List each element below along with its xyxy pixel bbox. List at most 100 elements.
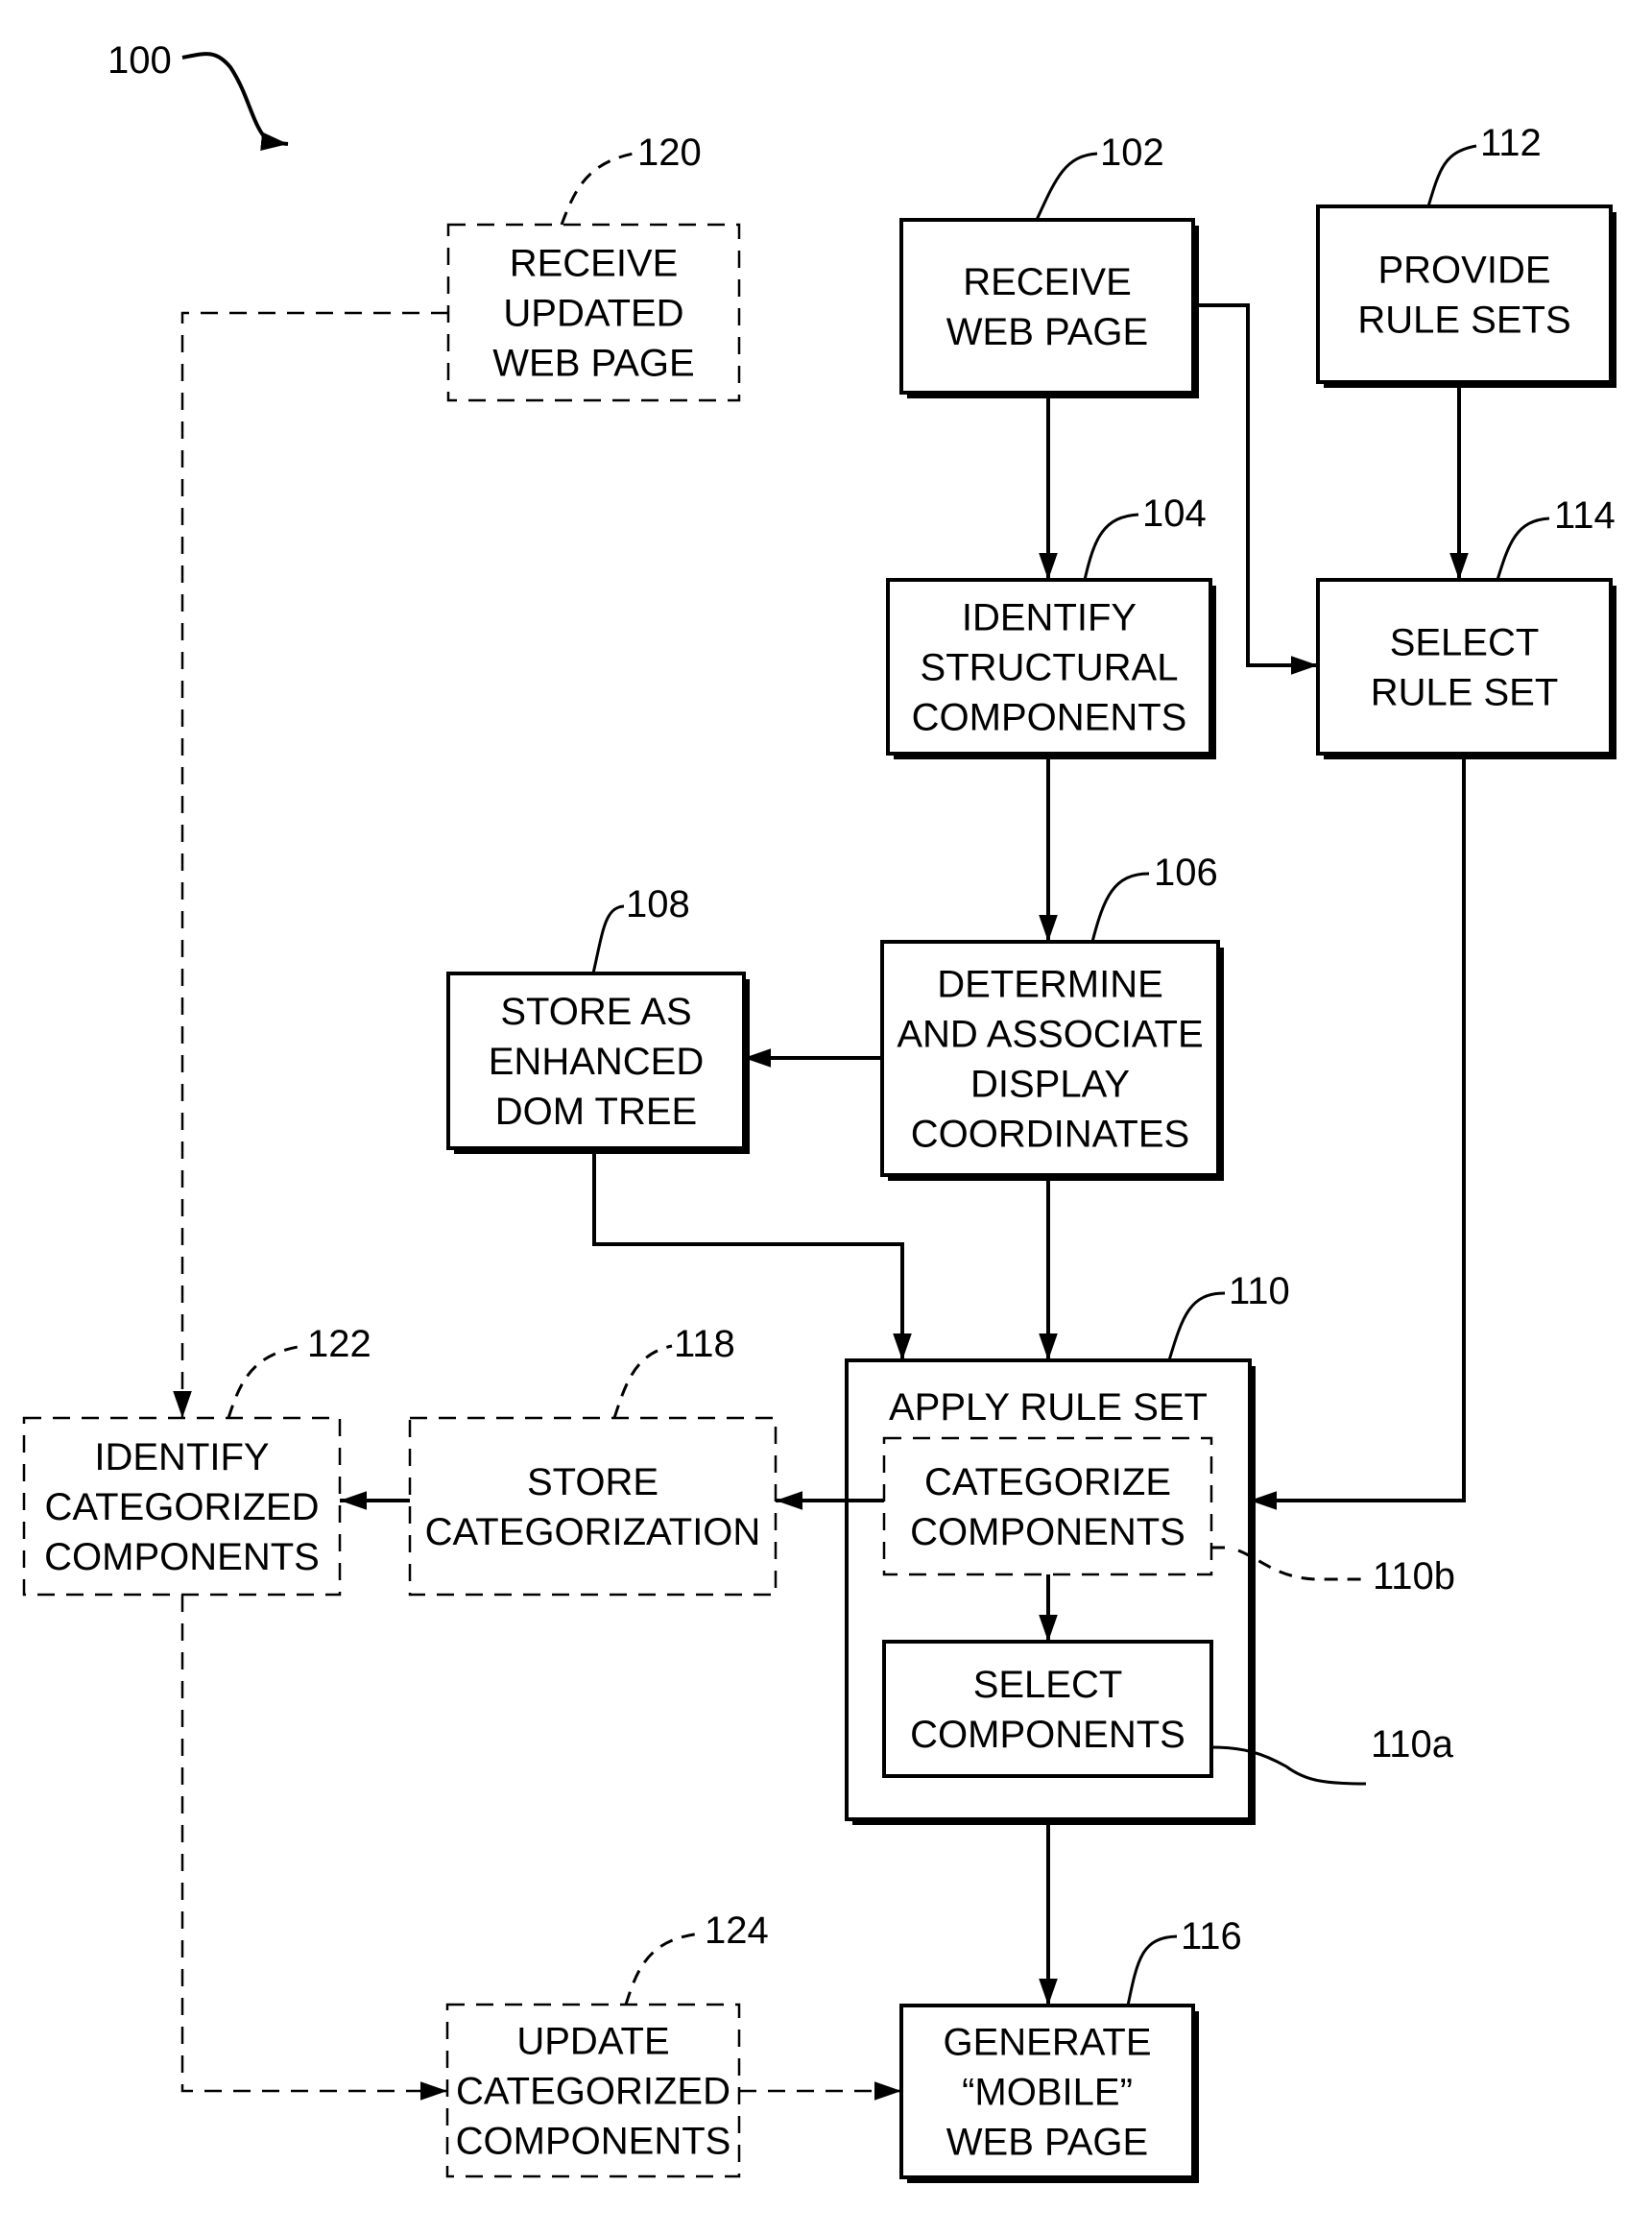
reference-label-122: 122 <box>227 1323 371 1419</box>
edge-120-to-122 <box>173 311 448 1418</box>
leader-line <box>624 1932 702 2006</box>
reference-label-112: 112 <box>1426 122 1542 207</box>
box-outline <box>1316 578 1613 756</box>
step-box-104: IDENTIFY STRUCTURAL COMPONENTS <box>886 578 1216 759</box>
leader-line <box>560 152 634 226</box>
step-box-110b: CATEGORIZE COMPONENTS <box>882 1436 1213 1576</box>
reference-number: 112 <box>1480 122 1542 164</box>
step-box-124: UPDATE CATEGORIZED COMPONENTS <box>445 2003 741 2178</box>
leader-line <box>1083 513 1139 581</box>
step-text-line: STORE AS <box>500 991 691 1033</box>
step-text-line: AND ASSOCIATE <box>897 1014 1203 1056</box>
reference-label-110: 110 <box>1167 1270 1290 1361</box>
edge-114-to-110 <box>1250 754 1466 1510</box>
step-box-122: IDENTIFY CATEGORIZED COMPONENTS <box>22 1416 342 1597</box>
reference-number: 110a <box>1371 1723 1454 1766</box>
leader-line <box>227 1344 304 1419</box>
reference-number: 110 <box>1229 1270 1290 1312</box>
step-text-line: STRUCTURAL <box>921 647 1179 689</box>
step-text-line: COMPONENTS <box>910 1511 1185 1553</box>
reference-label-120: 120 <box>560 132 702 226</box>
step-text-line: IDENTIFY <box>962 597 1137 639</box>
edge-108-to-110 <box>592 1148 912 1360</box>
leader-line <box>1090 872 1150 943</box>
box-outline <box>882 1436 1213 1576</box>
leader-line <box>1167 1291 1226 1361</box>
reference-number: 108 <box>626 883 690 925</box>
step-box-106: DETERMINE AND ASSOCIATE DISPLAY COORDINATES <box>880 940 1224 1181</box>
step-text-line: STORE <box>527 1461 658 1503</box>
step-text-line: DISPLAY <box>970 1064 1130 1106</box>
leader-line <box>612 1344 673 1419</box>
step-text-line: CATEGORIZATION <box>425 1511 761 1553</box>
reference-label-102: 102 <box>1035 132 1164 221</box>
figure-arrow-icon <box>181 52 289 151</box>
step-text-line: ENHANCED <box>489 1041 704 1083</box>
reference-number: 120 <box>637 132 702 174</box>
reference-number: 118 <box>674 1323 735 1365</box>
step-text-line: COMPONENTS <box>912 697 1187 739</box>
reference-number: 114 <box>1554 494 1616 537</box>
step-text-line: RECEIVE <box>510 243 679 285</box>
leader-line <box>1426 144 1477 207</box>
reference-label-118: 118 <box>612 1323 735 1419</box>
reference-number: 106 <box>1154 852 1218 894</box>
step-text-line: APPLY RULE SET <box>889 1386 1208 1429</box>
step-text-line: RULE SET <box>1371 672 1559 714</box>
reference-number: 102 <box>1100 132 1164 174</box>
step-box-102: RECEIVE WEB PAGE <box>899 218 1199 398</box>
reference-number: 124 <box>705 1910 769 1952</box>
step-text-line: PROVIDE <box>1377 250 1550 292</box>
reference-label-124: 124 <box>624 1910 769 2006</box>
step-box-116: GENERATE “MOBILE” WEB PAGE <box>899 2004 1199 2183</box>
step-text-line: UPDATE <box>516 2021 669 2063</box>
box-outline <box>1316 204 1613 384</box>
step-text-line: WEB PAGE <box>946 311 1148 353</box>
boxes-layer: RECEIVE WEB PAGE IDENTIFY STRUCTURAL COMPONE… <box>22 204 1616 2183</box>
leader-line <box>1126 1934 1178 2006</box>
box-outline <box>899 218 1195 395</box>
step-text-line: IDENTIFY <box>94 1436 269 1478</box>
step-text-line: COORDINATES <box>911 1114 1189 1156</box>
reference-label-114: 114 <box>1496 494 1616 581</box>
box-outline <box>882 1640 1213 1778</box>
step-box-110a: SELECT COMPONENTS <box>882 1640 1213 1778</box>
reference-number: 122 <box>307 1323 371 1365</box>
reference-number: 104 <box>1142 492 1207 535</box>
step-text-line: RULE SETS <box>1357 300 1570 342</box>
reference-label-104: 104 <box>1083 492 1207 581</box>
edges-layer <box>173 303 1469 2101</box>
step-text-line: CATEGORIZE <box>924 1461 1171 1503</box>
step-text-line: “MOBILE” <box>962 2072 1133 2114</box>
step-text-line: WEB PAGE <box>946 2122 1148 2164</box>
step-text-line: UPDATED <box>503 293 683 335</box>
step-text-line: SELECT <box>973 1664 1123 1706</box>
figure-number-text: 100 <box>108 39 172 82</box>
reference-label-108: 108 <box>591 883 690 974</box>
step-text-line: CATEGORIZED <box>456 2071 730 2113</box>
leader-line <box>591 904 625 974</box>
reference-number: 116 <box>1181 1915 1242 1958</box>
step-box-114: SELECT RULE SET <box>1316 578 1616 759</box>
step-text-line: GENERATE <box>943 2022 1151 2064</box>
step-text-line: SELECT <box>1390 622 1540 664</box>
step-text-line: COMPONENTS <box>44 1536 320 1578</box>
step-box-120: RECEIVE UPDATED WEB PAGE <box>446 223 741 402</box>
leader-line <box>1035 152 1098 221</box>
step-text-line: CATEGORIZED <box>45 1486 320 1528</box>
step-text-line: COMPONENTS <box>910 1714 1185 1756</box>
step-text-line: COMPONENTS <box>456 2121 731 2163</box>
edge-122-to-124 <box>180 1595 447 2101</box>
figure-number: 100 <box>108 39 289 151</box>
reference-number: 110b <box>1373 1555 1455 1597</box>
step-box-108: STORE AS ENHANCED DOM TREE <box>446 972 750 1154</box>
step-text-line: WEB PAGE <box>492 343 694 385</box>
box-outline <box>408 1416 778 1597</box>
step-text-line: DOM TREE <box>495 1091 697 1133</box>
flowchart-diagram: RECEIVE WEB PAGE IDENTIFY STRUCTURAL COMPONE… <box>22 39 1616 2183</box>
reference-label-116: 116 <box>1126 1915 1242 2006</box>
step-text-line: DETERMINE <box>937 964 1163 1006</box>
step-box-112: PROVIDE RULE SETS <box>1316 204 1616 388</box>
step-box-118: STORE CATEGORIZATION <box>408 1416 778 1597</box>
reference-label-106: 106 <box>1090 852 1218 943</box>
